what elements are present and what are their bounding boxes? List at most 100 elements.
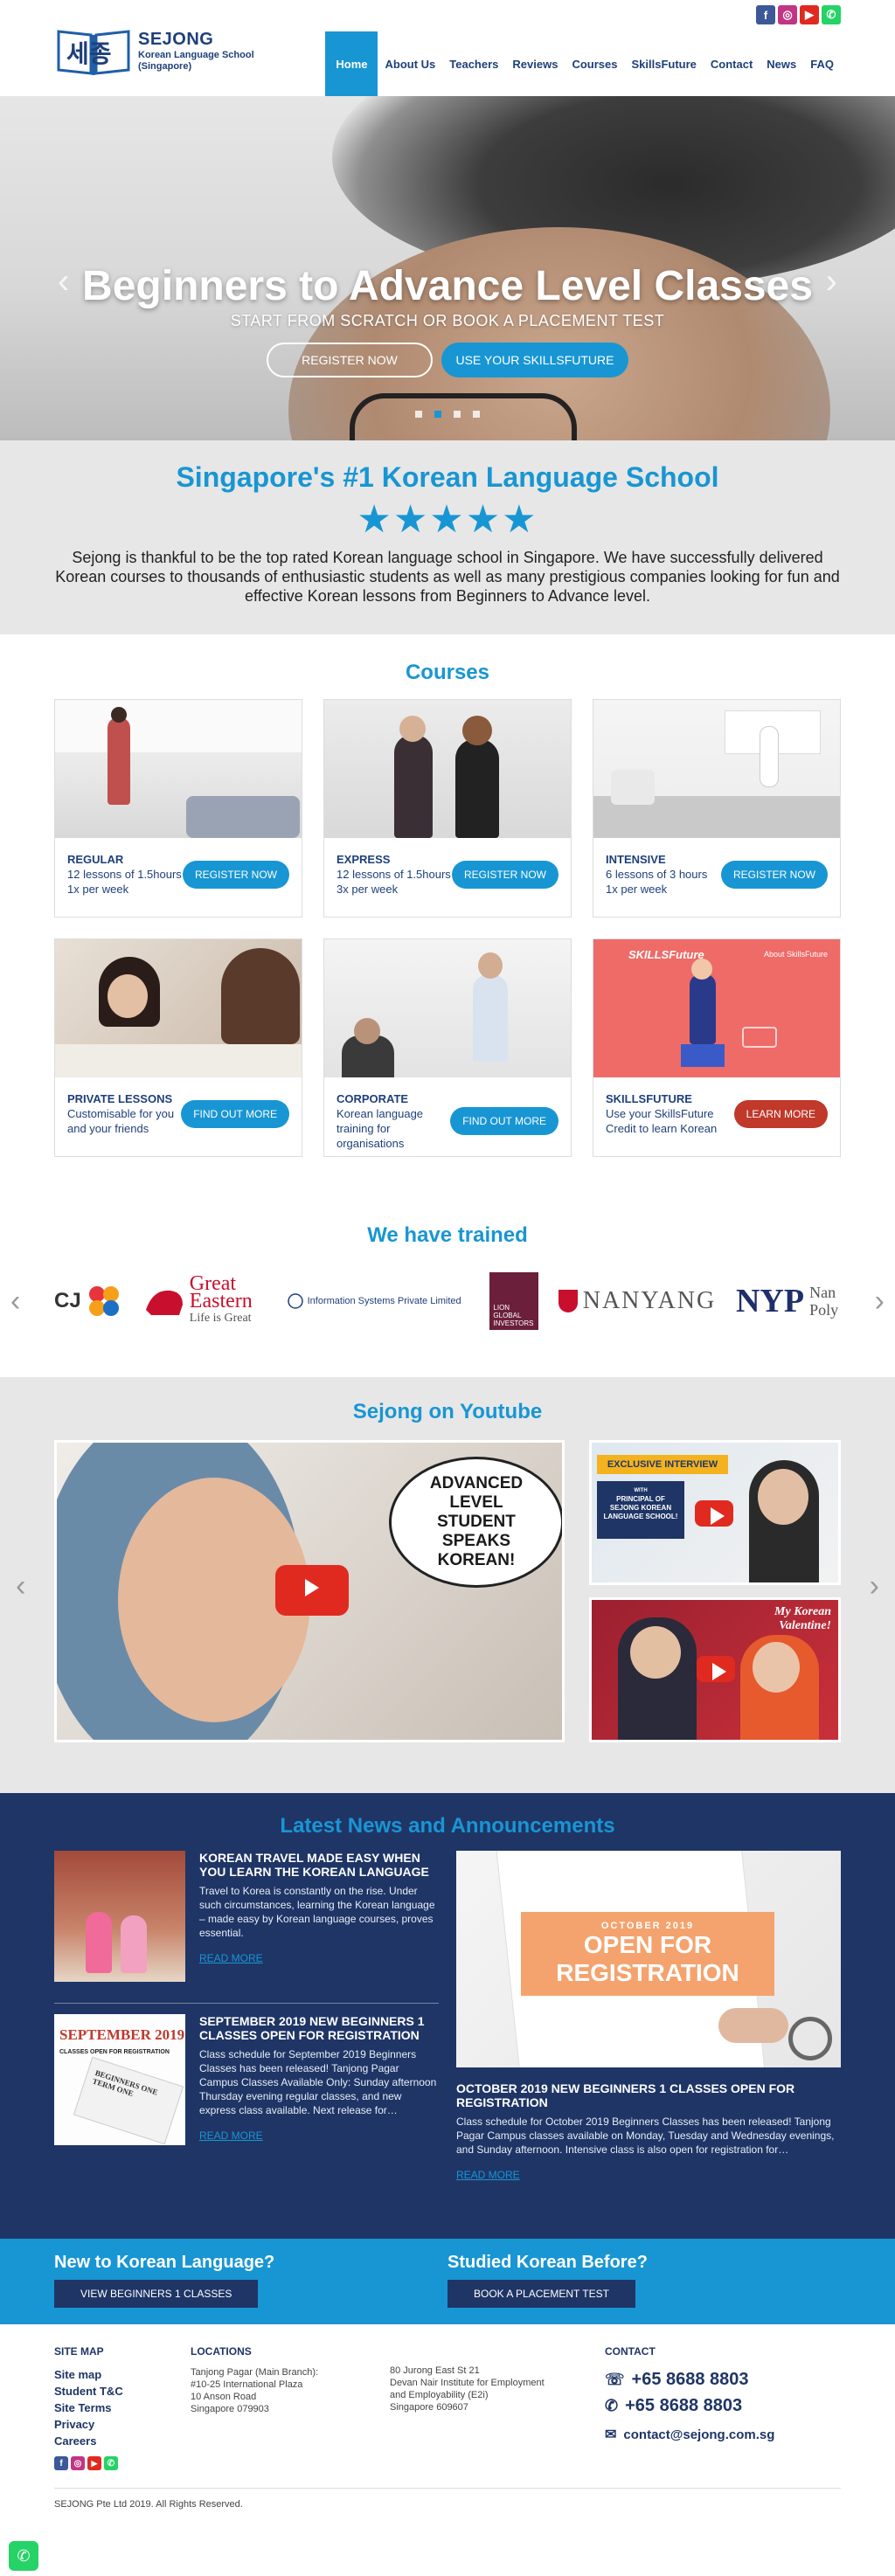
nav-skillsfuture[interactable]: SkillsFuture xyxy=(624,31,703,96)
slider-dot[interactable] xyxy=(473,411,480,418)
whatsapp-number: +65 8688 8803 xyxy=(625,2396,743,2415)
brand-location: (Singapore) xyxy=(138,60,192,72)
nav-courses[interactable]: Courses xyxy=(565,31,624,96)
video-side-valentine[interactable]: My Korean Valentine! xyxy=(589,1597,841,1742)
phone-link[interactable]: ☏ +65 8688 8803 xyxy=(605,2366,841,2392)
footer-link-site-terms[interactable]: Site Terms xyxy=(54,2399,191,2416)
phone-icon: ☏ xyxy=(605,2371,625,2388)
course-detail: organisations xyxy=(336,1137,405,1150)
footer-link-careers[interactable]: Careers xyxy=(54,2433,191,2449)
courses-title: Courses xyxy=(405,661,490,684)
news-thumb-travel[interactable] xyxy=(54,1851,185,1982)
learn-more-button[interactable]: LEARN MORE xyxy=(733,1099,828,1128)
location-line: and Employability (E2i) xyxy=(390,2390,489,2400)
course-card-corporate: CORPORATE Korean language training for o… xyxy=(323,938,572,1157)
logos-next-arrow[interactable]: › xyxy=(875,1285,885,1319)
video-main[interactable]: ADVANCED LEVEL STUDENT SPEAKS KOREAN! xyxy=(54,1440,565,1742)
course-card-express: EXPRESS 12 lessons of 1.5hours 3x per we… xyxy=(323,699,572,918)
whatsapp-link[interactable]: ✆ +65 8688 8803 xyxy=(605,2392,841,2419)
youtube-icon[interactable]: ▶ xyxy=(800,5,819,24)
register-now-button[interactable]: REGISTER NOW xyxy=(182,860,289,889)
course-name: EXPRESS xyxy=(336,853,391,866)
feature-watch xyxy=(788,2017,832,2060)
course-card-regular: REGULAR 12 lessons of 1.5hours 1x per we… xyxy=(54,699,302,918)
whatsapp-icon[interactable]: ✆ xyxy=(822,5,841,24)
whatsapp-icon: ✆ xyxy=(17,2546,31,2565)
nav-teachers[interactable]: Teachers xyxy=(442,31,505,96)
hero-subtitle: START FROM SCRATCH OR BOOK A PLACEMENT T… xyxy=(230,312,665,329)
course-name: SKILLSFUTURE xyxy=(606,1092,692,1105)
email-link[interactable]: ✉ contact@sejong.com.sg xyxy=(605,2426,841,2443)
instagram-icon[interactable]: ◎ xyxy=(778,5,797,24)
site-logo[interactable]: 세종 SEJONG Korean Language School (Singap… xyxy=(54,24,254,77)
lion-text-2: GLOBAL xyxy=(493,1312,522,1319)
slider-dot-active[interactable] xyxy=(434,411,441,418)
video-side-interview[interactable]: EXCLUSIVE INTERVIEW WITH PRINCIPAL OF SE… xyxy=(589,1440,841,1585)
news-feature-headline[interactable]: OCTOBER 2019 NEW BEGINNERS 1 CLASSES OPE… xyxy=(456,2081,841,2109)
find-out-more-button[interactable]: FIND OUT MORE xyxy=(450,1107,559,1135)
news-feature-image[interactable]: OCTOBER 2019 OPEN FOR REGISTRATION xyxy=(456,1851,841,2067)
view-beginners-button[interactable]: VIEW BEGINNERS 1 CLASSES xyxy=(54,2280,259,2308)
divider xyxy=(54,2003,439,2004)
news-excerpt: Travel to Korea is constantly on the ris… xyxy=(199,1885,435,1939)
cj-petals-icon xyxy=(88,1286,119,1316)
videos-next-arrow[interactable]: › xyxy=(870,1569,879,1603)
course-image-regular xyxy=(55,700,302,838)
slider-dot[interactable] xyxy=(454,411,461,418)
news-headline[interactable]: KOREAN TRAVEL MADE EASY WHEN YOU LEARN T… xyxy=(199,1851,439,1879)
course-card-intensive: INTENSIVE 6 lessons of 3 hours 1x per we… xyxy=(593,699,841,918)
hero-register-button[interactable]: REGISTER NOW xyxy=(267,343,433,377)
hero-skillsfuture-button[interactable]: USE YOUR SKILLSFUTURE xyxy=(441,343,628,377)
star-icon: ★ xyxy=(357,498,393,541)
slider-dot[interactable] xyxy=(415,411,422,418)
read-more-link[interactable]: READ MORE xyxy=(199,2129,263,2142)
youtube-icon[interactable]: ▶ xyxy=(87,2456,101,2470)
video-main-caption: ADVANCED LEVEL STUDENT SPEAKS KOREAN! xyxy=(429,1474,524,1569)
phone-number: +65 8688 8803 xyxy=(631,2370,749,2389)
star-icon: ★ xyxy=(502,498,538,541)
play-icon[interactable] xyxy=(275,1565,349,1616)
isp-text: Information Systems Private Limited xyxy=(307,1296,461,1306)
book-placement-button[interactable]: BOOK A PLACEMENT TEST xyxy=(448,2280,635,2308)
logo-lion-global: LION GLOBAL INVESTORS xyxy=(489,1272,539,1330)
register-now-button[interactable]: REGISTER NOW xyxy=(720,860,828,889)
course-name: CORPORATE xyxy=(336,1092,409,1105)
read-more-link[interactable]: READ MORE xyxy=(199,1952,263,1964)
logos-prev-arrow[interactable]: ‹ xyxy=(10,1285,20,1319)
footer-link-site-map[interactable]: Site map xyxy=(54,2366,191,2383)
footer-link-student-tc[interactable]: Student T&C xyxy=(54,2383,191,2399)
client-logos: CJ Great Eastern Life is Great Informati… xyxy=(54,1271,841,1332)
footer-link-privacy[interactable]: Privacy xyxy=(54,2416,191,2433)
play-icon[interactable] xyxy=(695,1500,733,1527)
whatsapp-icon[interactable]: ✆ xyxy=(104,2456,118,2470)
news-section: Latest News and Announcements KOREAN TRA… xyxy=(0,1793,895,2239)
news-headline[interactable]: SEPTEMBER 2019 NEW BEGINNERS 1 CLASSES O… xyxy=(199,2014,439,2042)
instagram-icon[interactable]: ◎ xyxy=(71,2456,85,2470)
nav-news[interactable]: News xyxy=(760,31,803,96)
trained-title: We have trained xyxy=(367,1223,528,1247)
nav-home[interactable]: Home xyxy=(325,31,378,96)
videos-prev-arrow[interactable]: ‹ xyxy=(16,1569,25,1603)
nav-about-us[interactable]: About Us xyxy=(378,31,442,96)
facebook-icon[interactable]: f xyxy=(54,2456,68,2470)
play-icon[interactable] xyxy=(697,1656,735,1682)
nanyang-crest-icon xyxy=(559,1290,578,1312)
lion-text-3: INVESTORS xyxy=(493,1319,534,1327)
footer-contact-title: CONTACT xyxy=(605,2345,656,2358)
news-thumb-september[interactable]: SEPTEMBER 2019 CLASSES OPEN FOR REGISTRA… xyxy=(54,2014,185,2145)
star-icon: ★ xyxy=(392,498,430,541)
nav-contact[interactable]: Contact xyxy=(704,31,760,96)
nav-faq[interactable]: FAQ xyxy=(803,31,841,96)
whatsapp-float-button[interactable]: ✆ xyxy=(9,2541,38,2571)
copyright: SEJONG Pte Ltd 2019. All Rights Reserved… xyxy=(54,2488,841,2510)
whatsapp-icon: ✆ xyxy=(605,2397,619,2414)
nav-reviews[interactable]: Reviews xyxy=(505,31,565,96)
intro-title: Singapore's #1 Korean Language School xyxy=(176,461,719,493)
find-out-more-button[interactable]: FIND OUT MORE xyxy=(181,1099,289,1128)
facebook-icon[interactable]: f xyxy=(756,5,775,24)
read-more-link[interactable]: READ MORE xyxy=(456,2169,520,2181)
youtube-title: Sejong on Youtube xyxy=(352,1400,543,1423)
location-line: 10 Anson Road xyxy=(191,2392,257,2402)
course-image-skillsfuture: SKILLSFuture About SkillsFuture xyxy=(593,939,840,1077)
register-now-button[interactable]: REGISTER NOW xyxy=(451,860,559,889)
